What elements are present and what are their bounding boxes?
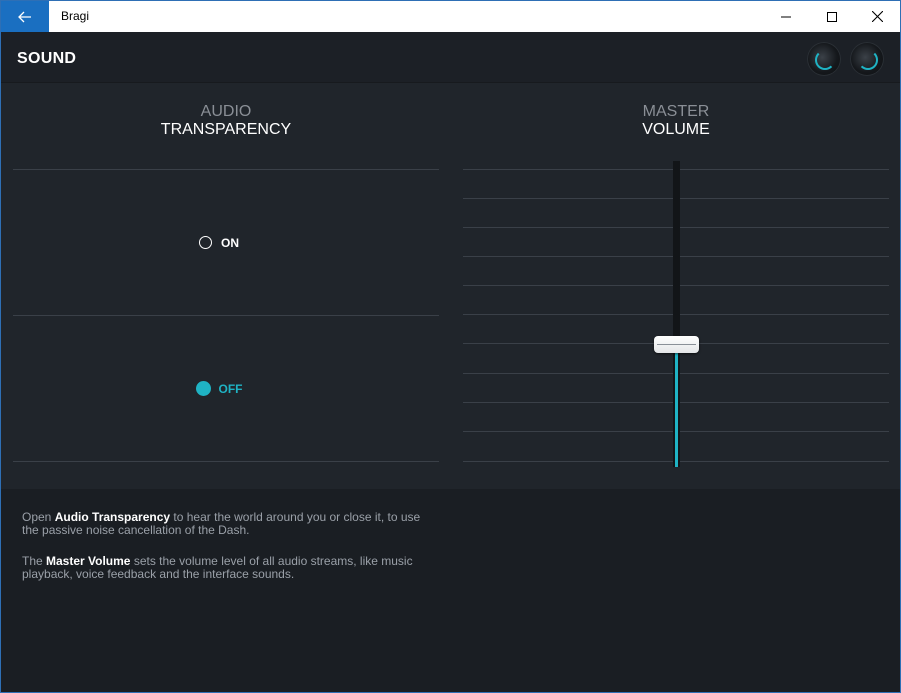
audio-transparency-help: Open Audio Transparency to hear the worl… (22, 510, 421, 537)
master-volume-title: MASTER VOLUME (463, 103, 889, 139)
page-title: SOUND (17, 50, 77, 67)
close-button[interactable] (854, 1, 900, 32)
maximize-button[interactable] (809, 1, 855, 32)
minimize-button[interactable] (763, 1, 809, 32)
page-header: SOUND (1, 32, 900, 83)
master-volume-help: The Master Volume sets the volume level … (22, 554, 413, 581)
close-icon (871, 11, 883, 22)
transparency-on-label: ON (221, 235, 239, 250)
volume-slider-fill (675, 344, 678, 467)
audio-transparency-title-line2: TRANSPARENCY (160, 121, 292, 138)
left-earbud-icon[interactable] (807, 42, 841, 76)
audio-transparency-title: AUDIO TRANSPARENCY (13, 103, 439, 139)
maximize-icon (827, 11, 837, 22)
back-arrow-icon (18, 11, 31, 22)
volume-slider-thumb[interactable] (654, 336, 699, 354)
minimize-icon (781, 16, 791, 17)
right-earbud-icon[interactable] (850, 42, 884, 76)
radio-unchecked-icon[interactable] (199, 236, 212, 249)
divider (13, 461, 439, 462)
title-bar: Bragi (1, 1, 900, 32)
master-volume-title-line1: MASTER (642, 103, 710, 120)
back-button[interactable] (1, 1, 49, 32)
radio-checked-icon[interactable] (195, 381, 211, 396)
transparency-off-label: OFF (218, 381, 243, 396)
help-text-panel: Open Audio Transparency to hear the worl… (1, 489, 900, 692)
transparency-off-option[interactable]: OFF (13, 316, 439, 461)
transparency-on-option[interactable]: ON (13, 170, 439, 315)
master-volume-title-line2: VOLUME (642, 121, 710, 138)
audio-transparency-title-line1: AUDIO (200, 103, 252, 120)
window-title: Bragi (61, 9, 90, 23)
app-window: Bragi SOUND AUDIO TRANSPARENCY MASTER VO… (0, 0, 901, 693)
settings-panel: AUDIO TRANSPARENCY MASTER VOLUME ON OFF (1, 83, 900, 489)
